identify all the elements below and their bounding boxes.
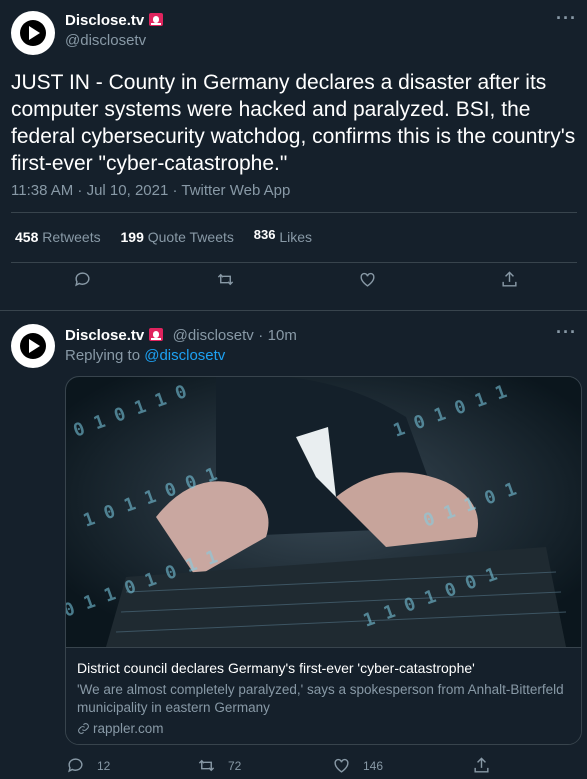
retweet-count: 72 [228, 758, 242, 773]
card-domain-row: rappler.com [77, 721, 164, 736]
tweet-text: JUST IN - County in Germany declares a d… [11, 71, 576, 175]
replying-to-label: Replying to [65, 347, 141, 364]
quotes-label: Quote Tweets [147, 229, 234, 245]
card-image[interactable]: 0 1 0 1 1 0 1 0 1 1 0 0 1 0 1 1 0 1 0 1 … [66, 377, 581, 647]
reply-time[interactable]: 10m [268, 327, 297, 344]
reply-share-button[interactable] [472, 756, 491, 775]
retweet-icon [217, 273, 234, 286]
more-options-icon[interactable]: ··· [556, 8, 577, 29]
hacker-keyboard-image: 0 1 0 1 1 0 1 0 1 1 0 0 1 0 1 1 0 1 0 1 … [66, 377, 581, 647]
reply-count: 12 [97, 758, 111, 773]
divider [0, 310, 587, 311]
siren-icon [148, 11, 164, 32]
share-icon [502, 271, 517, 287]
link-card[interactable]: 0 1 0 1 1 0 1 0 1 1 0 0 1 0 1 1 0 1 0 1 … [65, 376, 582, 745]
disclose-logo-icon [20, 20, 46, 46]
retweets-stat[interactable]: 458 Retweets [15, 229, 101, 245]
card-domain: rappler.com [93, 721, 164, 736]
reply-header: Disclose.tv @disclosetv · 10m [65, 326, 297, 347]
retweet-icon [198, 759, 215, 772]
likes-count: 836 [253, 230, 276, 240]
likes-label: Likes [279, 229, 313, 245]
share-button[interactable] [500, 270, 519, 289]
author-handle[interactable]: @disclosetv [65, 32, 146, 49]
reply-dot: · [258, 327, 264, 344]
reply-icon [75, 272, 90, 287]
card-text-area[interactable]: District council declares Germany's firs… [66, 647, 581, 744]
replying-to-handle-link[interactable]: @disclosetv [144, 347, 225, 364]
card-description: 'We are almost completely paralyzed,' sa… [77, 682, 564, 715]
reply-more-options-icon[interactable]: ··· [556, 322, 577, 343]
tweet-stats: 458 Retweets 199 Quote Tweets 836 Likes [15, 229, 312, 245]
tweet-meta[interactable]: 11:38 AM · Jul 10, 2021 · Twitter Web Ap… [11, 182, 290, 199]
retweet-button[interactable] [216, 270, 235, 289]
share-icon [474, 757, 489, 773]
siren-icon [148, 326, 164, 347]
reply-retweet-button[interactable]: 72 [197, 756, 241, 775]
like-count: 146 [363, 758, 384, 773]
reply-like-button[interactable]: 146 [332, 756, 383, 775]
author-name-row[interactable]: Disclose.tv [65, 11, 164, 32]
retweets-count: 458 [15, 229, 39, 245]
replying-to: Replying to @disclosetv [65, 347, 225, 364]
reply-reply-button[interactable]: 12 [66, 756, 110, 775]
disclose-logo-icon [20, 333, 46, 359]
likes-stat[interactable]: 836 Likes [254, 229, 312, 245]
reply-button[interactable] [73, 270, 92, 289]
like-button[interactable] [358, 270, 377, 289]
reply-author-handle[interactable]: @disclosetv [173, 327, 254, 344]
heart-icon [334, 758, 349, 773]
retweets-label: Retweets [42, 229, 101, 245]
divider [11, 262, 577, 263]
card-title: District council declares Germany's firs… [77, 660, 475, 676]
reply-author-name[interactable]: Disclose.tv [65, 327, 144, 344]
author-avatar[interactable] [11, 11, 55, 55]
reply-author-avatar[interactable] [11, 324, 55, 368]
divider [11, 212, 577, 213]
quotes-count: 199 [120, 229, 144, 245]
link-icon [78, 723, 89, 734]
author-name[interactable]: Disclose.tv [65, 12, 144, 29]
quotes-stat[interactable]: 199 Quote Tweets [121, 229, 234, 245]
reply-icon [68, 758, 83, 773]
heart-icon [360, 272, 375, 287]
